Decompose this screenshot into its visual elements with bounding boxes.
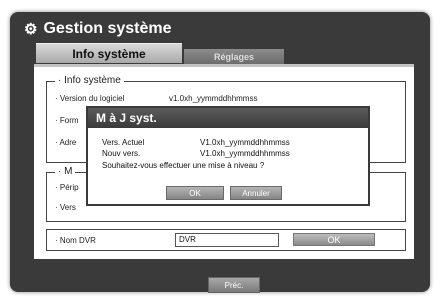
dialog-cancel-button[interactable]: Annuler — [230, 186, 282, 200]
software-version-label: · Version du logiciel — [55, 94, 125, 103]
address-label: · Adre — [55, 138, 77, 147]
dialog-title: M à J syst. — [88, 108, 368, 128]
update-dialog: M à J syst. Vers. Actuel V1.0xh_yymmddhh… — [86, 106, 370, 206]
new-version-label: Nouv vers. — [102, 149, 141, 158]
version-label: · Vers — [55, 203, 76, 212]
dvr-ok-button[interactable]: OK — [293, 233, 375, 246]
secondary-info-legend: · M — [55, 166, 76, 177]
upgrade-question: Souhaitez-vous effectuer une mise à nive… — [102, 161, 265, 170]
software-version-value: v1.0xh_yymmddhhmmss — [169, 94, 258, 103]
dvr-name-input[interactable]: DVR — [175, 233, 279, 247]
new-version-value: V1.0xh_yymmddhhmmss — [200, 149, 290, 158]
previous-button[interactable]: Préc. — [208, 277, 260, 293]
current-version-value: V1.0xh_yymmddhhmmss — [200, 138, 290, 147]
system-info-legend: · Info système — [55, 75, 124, 86]
window-title-bar: ⚙ Gestion système — [24, 20, 172, 38]
tab-info-systeme[interactable]: Info système — [36, 43, 182, 63]
gear-icon: ⚙ — [24, 20, 38, 38]
format-label: · Form — [55, 116, 79, 125]
dialog-ok-button[interactable]: OK — [166, 186, 224, 200]
window-title: Gestion système — [43, 20, 172, 37]
peripheral-label: · Périp — [55, 183, 79, 192]
current-version-label: Vers. Actuel — [102, 138, 145, 147]
dvr-name-label: · Nom DVR — [55, 236, 96, 245]
tab-reglages[interactable]: Réglages — [184, 49, 284, 65]
dvr-name-group: · Nom DVR DVR OK — [46, 229, 406, 251]
